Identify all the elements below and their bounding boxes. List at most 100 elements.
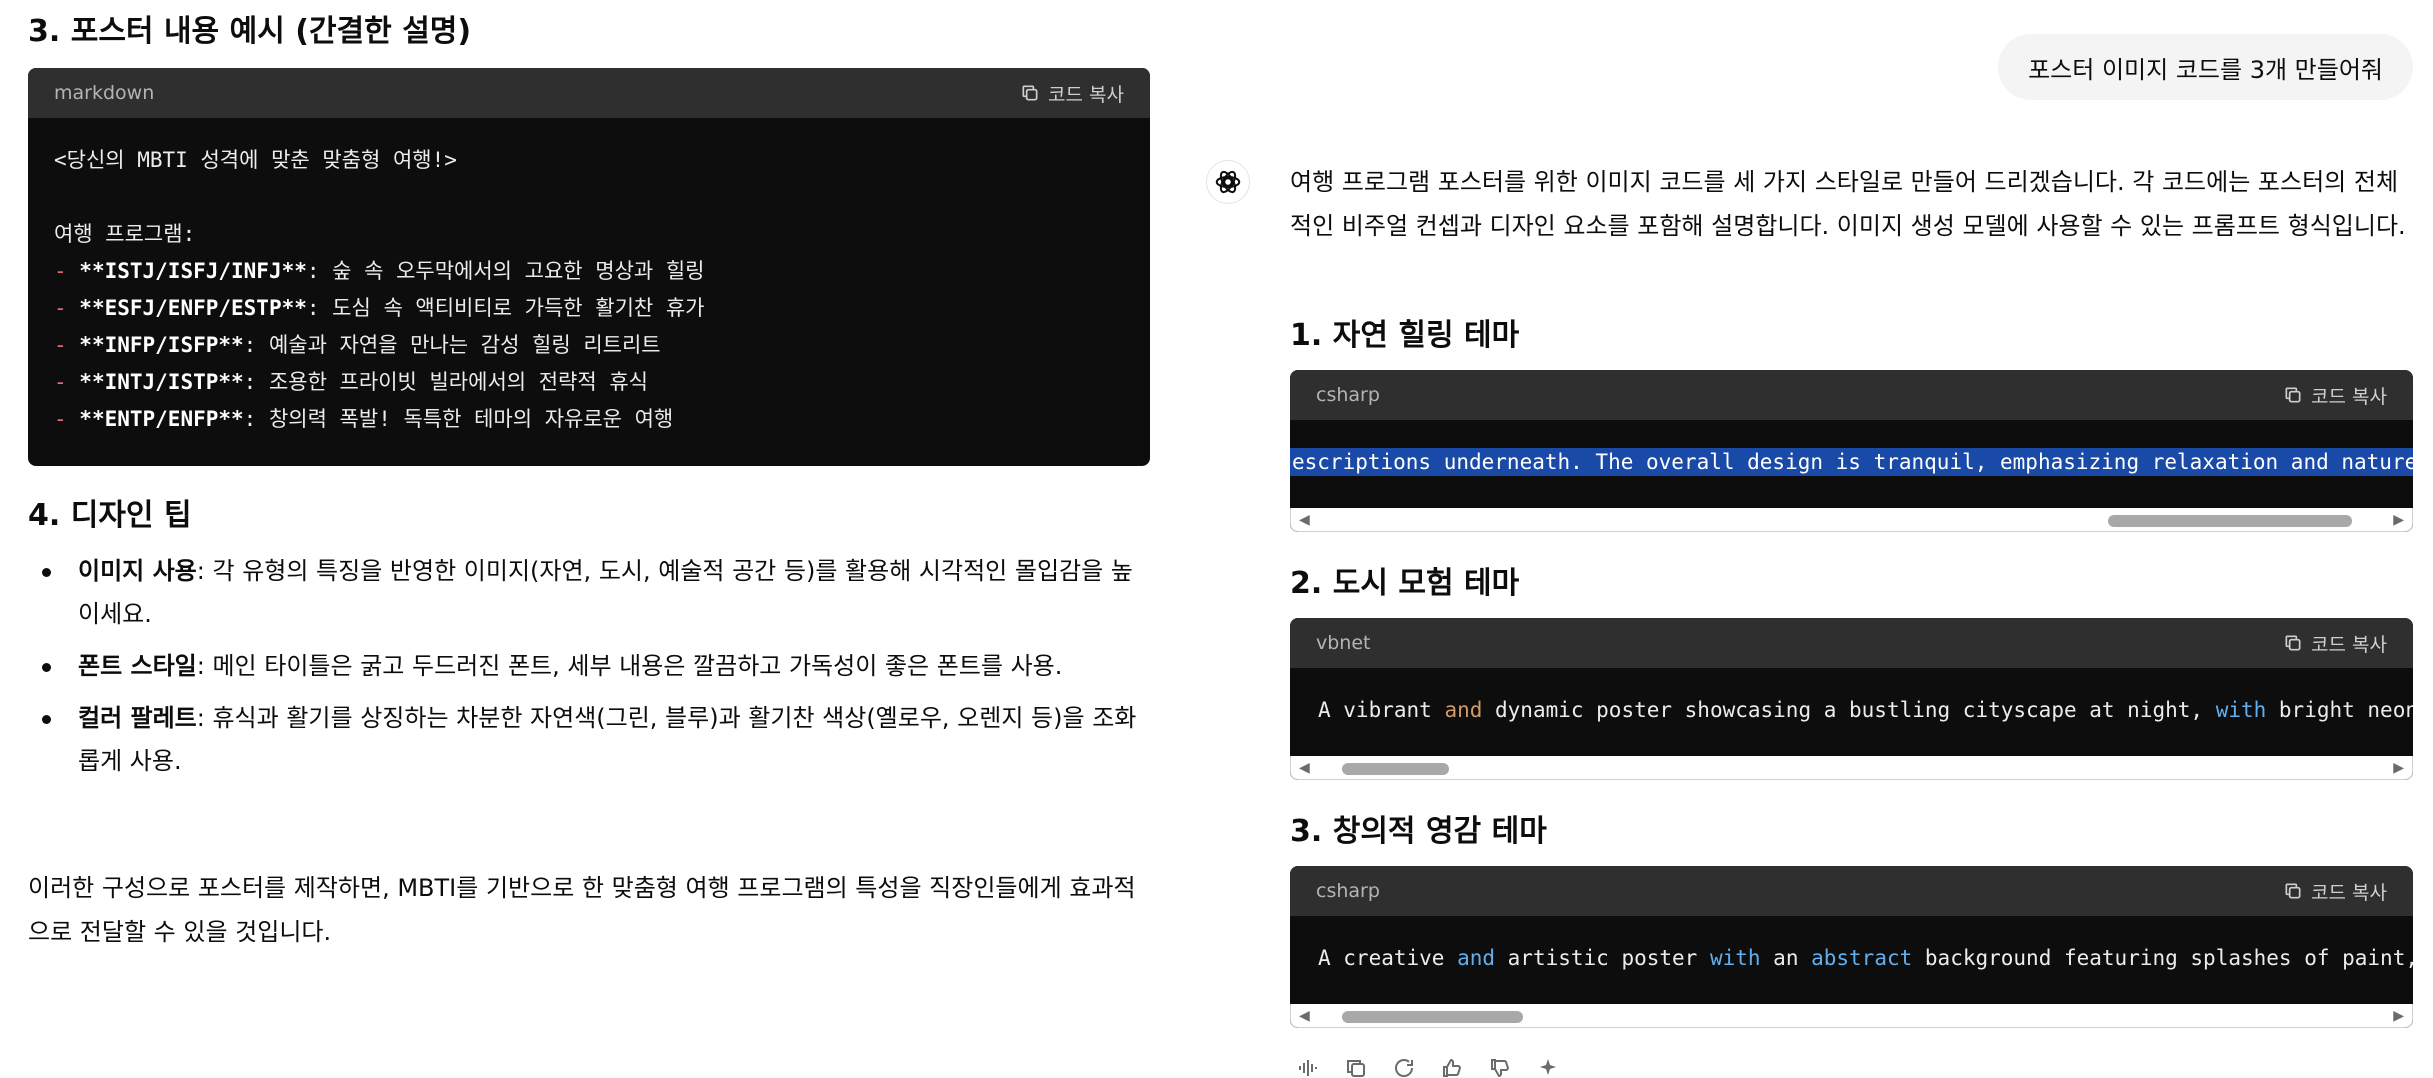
- scroll-left-icon[interactable]: ◀: [1299, 760, 1310, 776]
- mbti-types: **INFP/ISFP**: [79, 333, 244, 357]
- code-block-3: csharp 코드 복사 A creative and artistic pos…: [1290, 866, 2413, 1028]
- code-content[interactable]: A vibrant and dynamic poster showcasing …: [1290, 668, 2413, 756]
- code-text: : 예술과 자연을 만나는 감성 힐링 리트리트: [243, 333, 661, 357]
- code-content[interactable]: <당신의 MBTI 성격에 맞춘 맞춤형 여행!> 여행 프로그램: - **IST…: [28, 118, 1150, 462]
- scrollbar-thumb[interactable]: [2107, 515, 2353, 527]
- code-token: with: [1709, 946, 1761, 970]
- section-3-heading: 3. 포스터 내용 예시 (간결한 설명): [28, 14, 472, 49]
- code-line: escriptions underneath. The overall desi…: [1290, 446, 2413, 478]
- design-tips-list: 이미지 사용: 각 유형의 특징을 반영한 이미지(자연, 도시, 예술적 공간…: [28, 550, 1150, 792]
- copy-code-button[interactable]: 코드 복사: [2283, 878, 2387, 905]
- code-line: A vibrant and dynamic poster showcasing …: [1290, 694, 2413, 726]
- code-token: abstract: [1811, 946, 1913, 970]
- code-token: artistic poster: [1495, 946, 1710, 970]
- mbti-types: **INTJ/ISTP**: [79, 370, 244, 394]
- block-2-heading: 2. 도시 모험 테마: [1290, 566, 1520, 601]
- tip-text: : 메인 타이틀은 굵고 두드러진 폰트, 세부 내용은 깔끔하고 가독성이 좋…: [196, 652, 1063, 680]
- code-text: 여행 프로그램:: [54, 222, 196, 246]
- code-line: - **INFP/ISFP**: 예술과 자연을 만나는 감성 힐링 리트리트: [54, 327, 1124, 364]
- block-3-heading: 3. 창의적 영감 테마: [1290, 814, 1547, 849]
- code-line: A creative and artistic poster with an a…: [1290, 942, 2413, 974]
- code-content[interactable]: escriptions underneath. The overall desi…: [1290, 420, 2413, 508]
- horizontal-scrollbar[interactable]: ◀ ▶: [1290, 508, 2413, 532]
- copy-code-label: 코드 복사: [2311, 633, 2387, 656]
- read-aloud-icon[interactable]: [1296, 1058, 1320, 1078]
- code-token: background featuring splashes of paint, …: [1924, 946, 2413, 970]
- list-item: 컬러 팔레트: 휴식과 활기를 상징하는 차분한 자연색(그린, 블루)과 활기…: [28, 697, 1150, 783]
- code-token: A creative: [1318, 946, 1458, 970]
- mbti-types: **ESFJ/ENFP/ESTP**: [79, 296, 307, 320]
- list-dash: -: [54, 296, 80, 320]
- copy-code-label: 코드 복사: [2311, 385, 2387, 408]
- copy-code-button[interactable]: 코드 복사: [2283, 630, 2387, 657]
- copy-code-label: 코드 복사: [1048, 83, 1124, 106]
- copy-code-button[interactable]: 코드 복사: [1020, 80, 1124, 107]
- tip-label: 컬러 팔레트: [78, 704, 197, 732]
- scroll-left-icon[interactable]: ◀: [1299, 512, 1310, 528]
- list-dash: -: [54, 259, 80, 283]
- tip-text: : 각 유형의 특징을 반영한 이미지(자연, 도시, 예술적 공간 등)를 활…: [78, 557, 1133, 628]
- code-line: - **INTJ/ISTP**: 조용한 프라이빗 빌라에서의 전략적 휴식: [54, 364, 1124, 401]
- scrollbar-thumb[interactable]: [1342, 1011, 1523, 1023]
- horizontal-scrollbar[interactable]: ◀ ▶: [1290, 756, 2413, 780]
- assistant-intro: 여행 프로그램 포스터를 위한 이미지 코드를 세 가지 스타일로 만들어 드리…: [1290, 168, 2406, 240]
- code-block-2: vbnet 코드 복사 A vibrant and dynamic poster…: [1290, 618, 2413, 780]
- code-language-label: markdown: [54, 82, 155, 104]
- closing-paragraph: 이러한 구성으로 포스터를 제작하면, MBTI를 기반으로 한 맞춤형 여행 …: [28, 874, 1136, 946]
- code-text: : 조용한 프라이빗 빌라에서의 전략적 휴식: [243, 370, 648, 394]
- code-block-1: csharp 코드 복사 escriptions underneath. The…: [1290, 370, 2413, 532]
- copy-icon: [2285, 635, 2301, 651]
- sparkle-icon[interactable]: [1536, 1058, 1560, 1078]
- list-dash: -: [54, 407, 80, 431]
- code-content[interactable]: A creative and artistic poster with an a…: [1290, 916, 2413, 1004]
- scrollbar-thumb[interactable]: [1342, 763, 1449, 775]
- code-token: A vibrant: [1318, 698, 1445, 722]
- scroll-left-icon[interactable]: ◀: [1299, 1008, 1310, 1024]
- code-text: : 도심 속 액티비티로 가득한 활기찬 휴가: [306, 296, 705, 320]
- code-block-header: csharp 코드 복사: [1290, 370, 2413, 420]
- copy-icon: [2285, 883, 2301, 899]
- thumbs-up-icon[interactable]: [1440, 1058, 1464, 1078]
- code-line: - **ENTP/ENFP**: 창의력 폭발! 독특한 테마의 자유로운 여행: [54, 401, 1124, 438]
- copy-icon: [2285, 387, 2301, 403]
- code-token: with: [2215, 698, 2267, 722]
- mbti-types: **ISTJ/ISFJ/INFJ**: [79, 259, 307, 283]
- list-item: 이미지 사용: 각 유형의 특징을 반영한 이미지(자연, 도시, 예술적 공간…: [28, 550, 1150, 636]
- markdown-code-block: markdown 코드 복사 <당신의 MBTI 성격에 맞춘 맞춤형 여행!>…: [28, 68, 1150, 466]
- code-text: : 창의력 폭발! 독특한 테마의 자유로운 여행: [243, 407, 674, 431]
- scroll-right-icon[interactable]: ▶: [2393, 760, 2404, 776]
- chatgpt-logo-icon: [1206, 160, 1250, 204]
- list-item: 폰트 스타일: 메인 타이틀은 굵고 두드러진 폰트, 세부 내용은 깔끔하고 …: [28, 645, 1150, 688]
- copy-code-label: 코드 복사: [2311, 881, 2387, 904]
- code-language-label: csharp: [1316, 880, 1380, 902]
- copy-icon[interactable]: [1344, 1058, 1368, 1078]
- horizontal-scrollbar[interactable]: ◀ ▶: [1290, 1004, 2413, 1028]
- user-message-bubble: 포스터 이미지 코드를 3개 만들어줘: [1998, 34, 2413, 100]
- thumbs-down-icon[interactable]: [1488, 1058, 1512, 1078]
- tip-text: : 휴식과 활기를 상징하는 차분한 자연색(그린, 블루)과 활기찬 색상(옐…: [78, 704, 1137, 775]
- code-token: and: [1457, 946, 1496, 970]
- list-dash: -: [54, 370, 80, 394]
- code-line: <당신의 MBTI 성격에 맞춘 맞춤형 여행!>: [54, 142, 1124, 179]
- section-4-heading: 4. 디자인 팁: [28, 498, 192, 533]
- copy-icon: [1022, 85, 1038, 101]
- code-token: an: [1760, 946, 1812, 970]
- code-language-label: vbnet: [1316, 632, 1371, 654]
- code-line: 여행 프로그램:: [54, 216, 1124, 253]
- tip-label: 이미지 사용: [78, 557, 197, 585]
- code-line: - **ISTJ/ISFJ/INFJ**: 숲 속 오두막에서의 고요한 명상과…: [54, 253, 1124, 290]
- code-token: bright neon lights: [2278, 698, 2413, 722]
- code-token: dynamic poster showcasing a bustling cit…: [1482, 698, 2216, 722]
- code-language-label: csharp: [1316, 384, 1380, 406]
- copy-code-button[interactable]: 코드 복사: [2283, 382, 2387, 409]
- list-dash: -: [54, 333, 80, 357]
- code-block-header: vbnet 코드 복사: [1290, 618, 2413, 668]
- block-1-heading: 1. 자연 힐링 테마: [1290, 318, 1520, 353]
- tip-label: 폰트 스타일: [78, 652, 197, 680]
- scroll-right-icon[interactable]: ▶: [2393, 1008, 2404, 1024]
- scroll-right-icon[interactable]: ▶: [2393, 512, 2404, 528]
- code-block-header: markdown 코드 복사: [28, 68, 1150, 118]
- regenerate-icon[interactable]: [1392, 1058, 1416, 1078]
- code-text: <당신의 MBTI 성격에 맞춘 맞춤형 여행!>: [54, 148, 457, 172]
